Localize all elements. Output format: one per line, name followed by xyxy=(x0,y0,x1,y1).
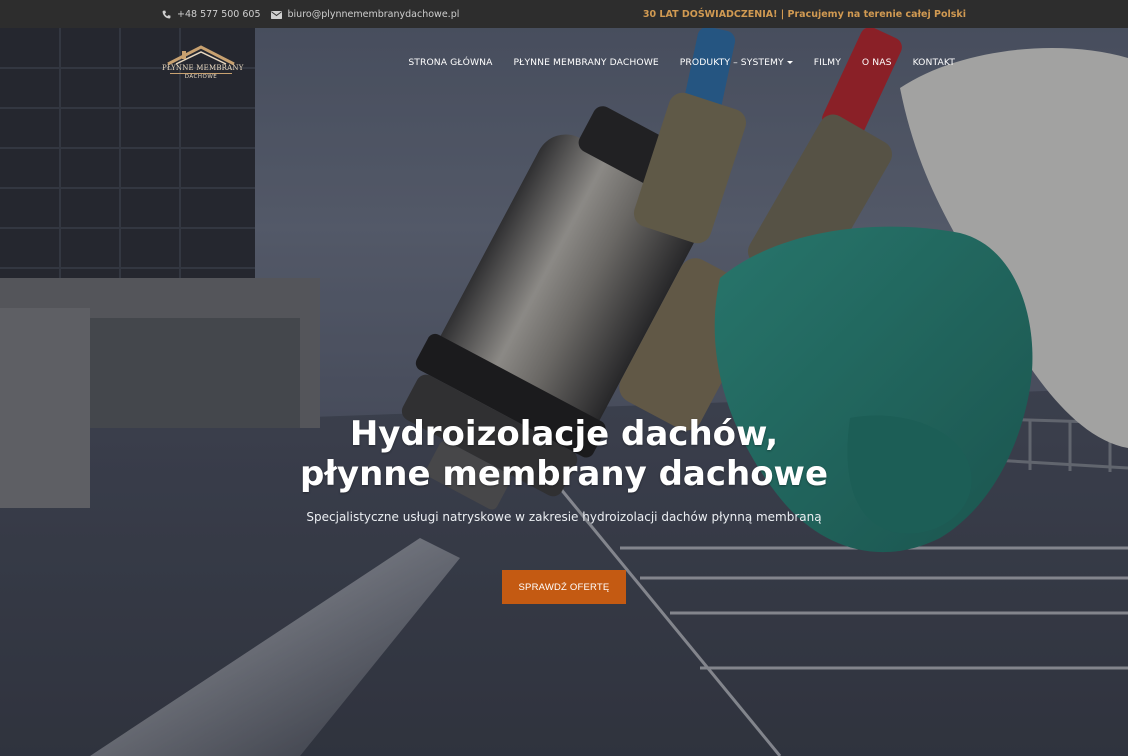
email-contact[interactable]: biuro@plynnemembranydachowe.pl xyxy=(270,9,460,20)
contact-info: +48 577 500 605 biuro@plynnemembranydach… xyxy=(162,9,469,20)
check-offer-button[interactable]: SPRAWDŹ OFERTĘ xyxy=(502,570,626,604)
logo-subname: DACHOWE xyxy=(184,74,218,80)
nav-liquid-membranes[interactable]: PŁYNNE MEMBRANY DACHOWE xyxy=(503,57,669,68)
phone-number[interactable]: +48 577 500 605 xyxy=(177,9,261,20)
hero-title: Hydroizolacje dachów, płynne membrany da… xyxy=(0,414,1128,494)
hero-dark-overlay xyxy=(0,28,1128,756)
nav-films[interactable]: FILMY xyxy=(803,57,851,68)
hero-title-line-2: płynne membrany dachowe xyxy=(299,454,829,494)
roof-logo-icon xyxy=(167,45,235,65)
email-address[interactable]: biuro@plynnemembranydachowe.pl xyxy=(288,9,460,20)
top-contact-bar: +48 577 500 605 biuro@plynnemembranydach… xyxy=(0,0,1128,28)
phone-contact[interactable]: +48 577 500 605 xyxy=(162,9,261,20)
experience-tagline: 30 LAT DOŚWIADCZENIA! | Pracujemy na ter… xyxy=(642,9,966,20)
nav-products-label: PRODUKTY – SYSTEMY xyxy=(679,57,784,68)
hero-title-line-1: Hydroizolacje dachów, xyxy=(349,414,779,454)
nav-products-systems[interactable]: PRODUKTY – SYSTEMY xyxy=(669,57,803,68)
main-navigation: STRONA GŁÓWNA PŁYNNE MEMBRANY DACHOWE PR… xyxy=(398,57,966,68)
hero-subtitle: Specjalistyczne usługi natryskowe w zakr… xyxy=(306,510,822,524)
envelope-icon xyxy=(270,10,282,19)
hero-content: Hydroizolacje dachów, płynne membrany da… xyxy=(0,414,1128,524)
caret-down-icon xyxy=(786,61,793,64)
site-logo[interactable]: PŁYNNE MEMBRANY DACHOWE xyxy=(162,45,244,85)
phone-icon xyxy=(162,10,171,19)
nav-contact[interactable]: KONTAKT xyxy=(902,57,966,68)
nav-about[interactable]: O NAS xyxy=(851,57,902,68)
hero-section: PŁYNNE MEMBRANY DACHOWE STRONA GŁÓWNA PŁ… xyxy=(0,28,1128,756)
nav-home[interactable]: STRONA GŁÓWNA xyxy=(398,57,503,68)
logo-name: PŁYNNE MEMBRANY xyxy=(162,64,244,72)
